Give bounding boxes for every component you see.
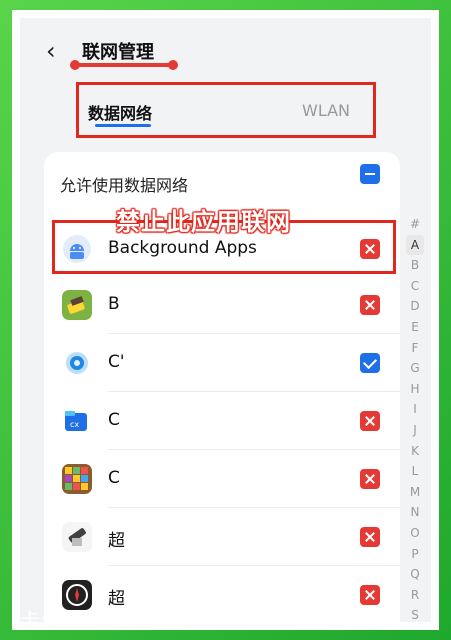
alphabet-letter[interactable]: R [406, 585, 424, 606]
alphabet-letter[interactable]: H [406, 379, 424, 400]
tab-active-indicator [95, 124, 151, 127]
alphabet-letter[interactable]: Q [406, 564, 424, 585]
alphabet-letter[interactable]: I [406, 399, 424, 420]
svg-text:cx: cx [70, 420, 79, 429]
tab-mobile-data[interactable]: 数据网络 [88, 100, 152, 124]
alphabet-letter[interactable]: C [406, 276, 424, 297]
app-row[interactable]: 超 [44, 508, 400, 566]
allow-data-checkbox[interactable] [360, 164, 380, 184]
annotation-text: 禁止此应用联网 [116, 208, 291, 236]
alphabet-letter[interactable]: P [406, 544, 424, 565]
alphabet-letter[interactable]: M [406, 482, 424, 503]
page-title: 联网管理 [82, 42, 154, 63]
app-name: 超 [108, 589, 125, 609]
app-name: C [108, 468, 120, 488]
app-row[interactable]: C' [44, 334, 400, 392]
alphabet-letter[interactable]: # [406, 214, 424, 235]
screen: ‹ 联网管理 数据网络 WLAN 允许使用数据网络 Background App… [20, 18, 431, 622]
block-network-checkbox[interactable] [360, 585, 380, 605]
alphabet-letter[interactable]: E [406, 317, 424, 338]
app-row[interactable]: cx C [44, 392, 400, 450]
allow-data-label: 允许使用数据网络 [60, 176, 189, 195]
tool-app-icon [62, 522, 92, 552]
alphabet-letter[interactable]: S [406, 605, 424, 622]
app-name: 超 [108, 531, 125, 551]
game-app-icon [62, 464, 92, 494]
app-row[interactable]: C [44, 450, 400, 508]
block-network-checkbox[interactable] [360, 295, 380, 315]
block-network-checkbox[interactable] [360, 527, 380, 547]
box-app-icon [62, 290, 92, 320]
cx-app-icon: cx [62, 406, 92, 436]
tab-wlan[interactable]: WLAN [302, 101, 350, 120]
alphabet-letter[interactable]: O [406, 523, 424, 544]
alphabet-letter[interactable]: K [406, 441, 424, 462]
back-icon[interactable]: ‹ [46, 38, 64, 64]
alphabet-letter[interactable]: N [406, 502, 424, 523]
block-network-checkbox[interactable] [360, 411, 380, 431]
alphabet-letter[interactable]: L [406, 461, 424, 482]
app-name: C [108, 410, 120, 430]
alphabet-letter[interactable]: J [406, 420, 424, 441]
app-name: B [108, 294, 120, 314]
allow-network-checkbox[interactable] [360, 353, 380, 373]
watermark: 卡饭论坛 [20, 608, 108, 632]
alphabet-index[interactable]: # A B C D E F G H I J K L M N O P Q R S [406, 214, 424, 622]
alphabet-letter[interactable]: A [406, 234, 424, 256]
title-annotation-underline [70, 60, 178, 70]
app-row[interactable]: B [44, 276, 400, 334]
app-name: C' [108, 352, 125, 372]
browser-app-icon [62, 348, 92, 378]
alphabet-letter[interactable]: B [406, 255, 424, 276]
alphabet-letter[interactable]: F [406, 338, 424, 359]
alphabet-letter[interactable]: G [406, 358, 424, 379]
alphabet-letter[interactable]: D [406, 296, 424, 317]
block-network-checkbox[interactable] [360, 469, 380, 489]
